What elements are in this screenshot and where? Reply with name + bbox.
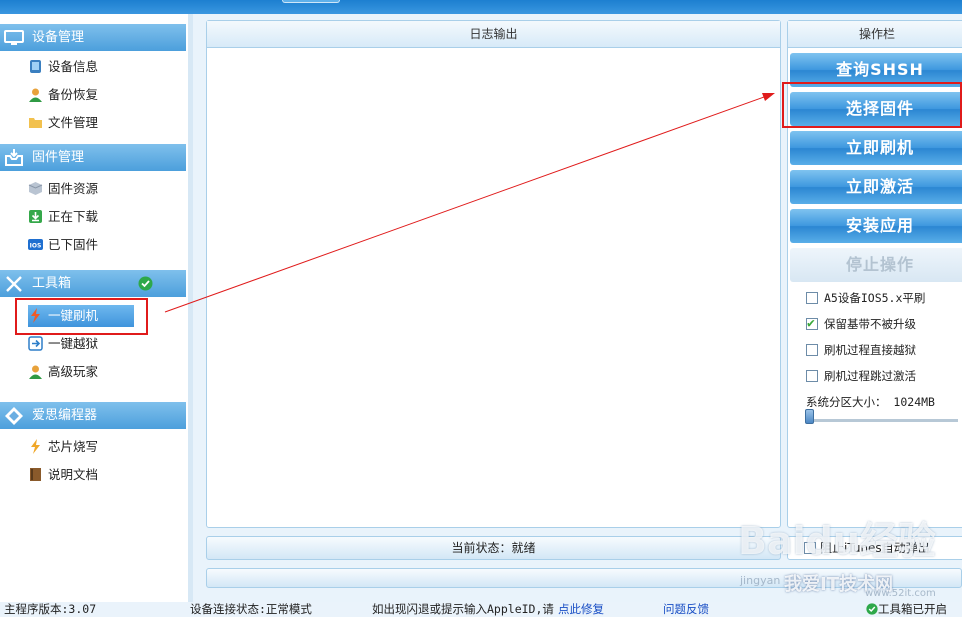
watermark-url: jingyan (740, 574, 781, 587)
arrow-line (164, 96, 765, 313)
watermark-brand: Baidu经验 (738, 519, 936, 563)
watermark-url2: www.52it.com (865, 588, 936, 599)
arrow-head (762, 93, 775, 101)
